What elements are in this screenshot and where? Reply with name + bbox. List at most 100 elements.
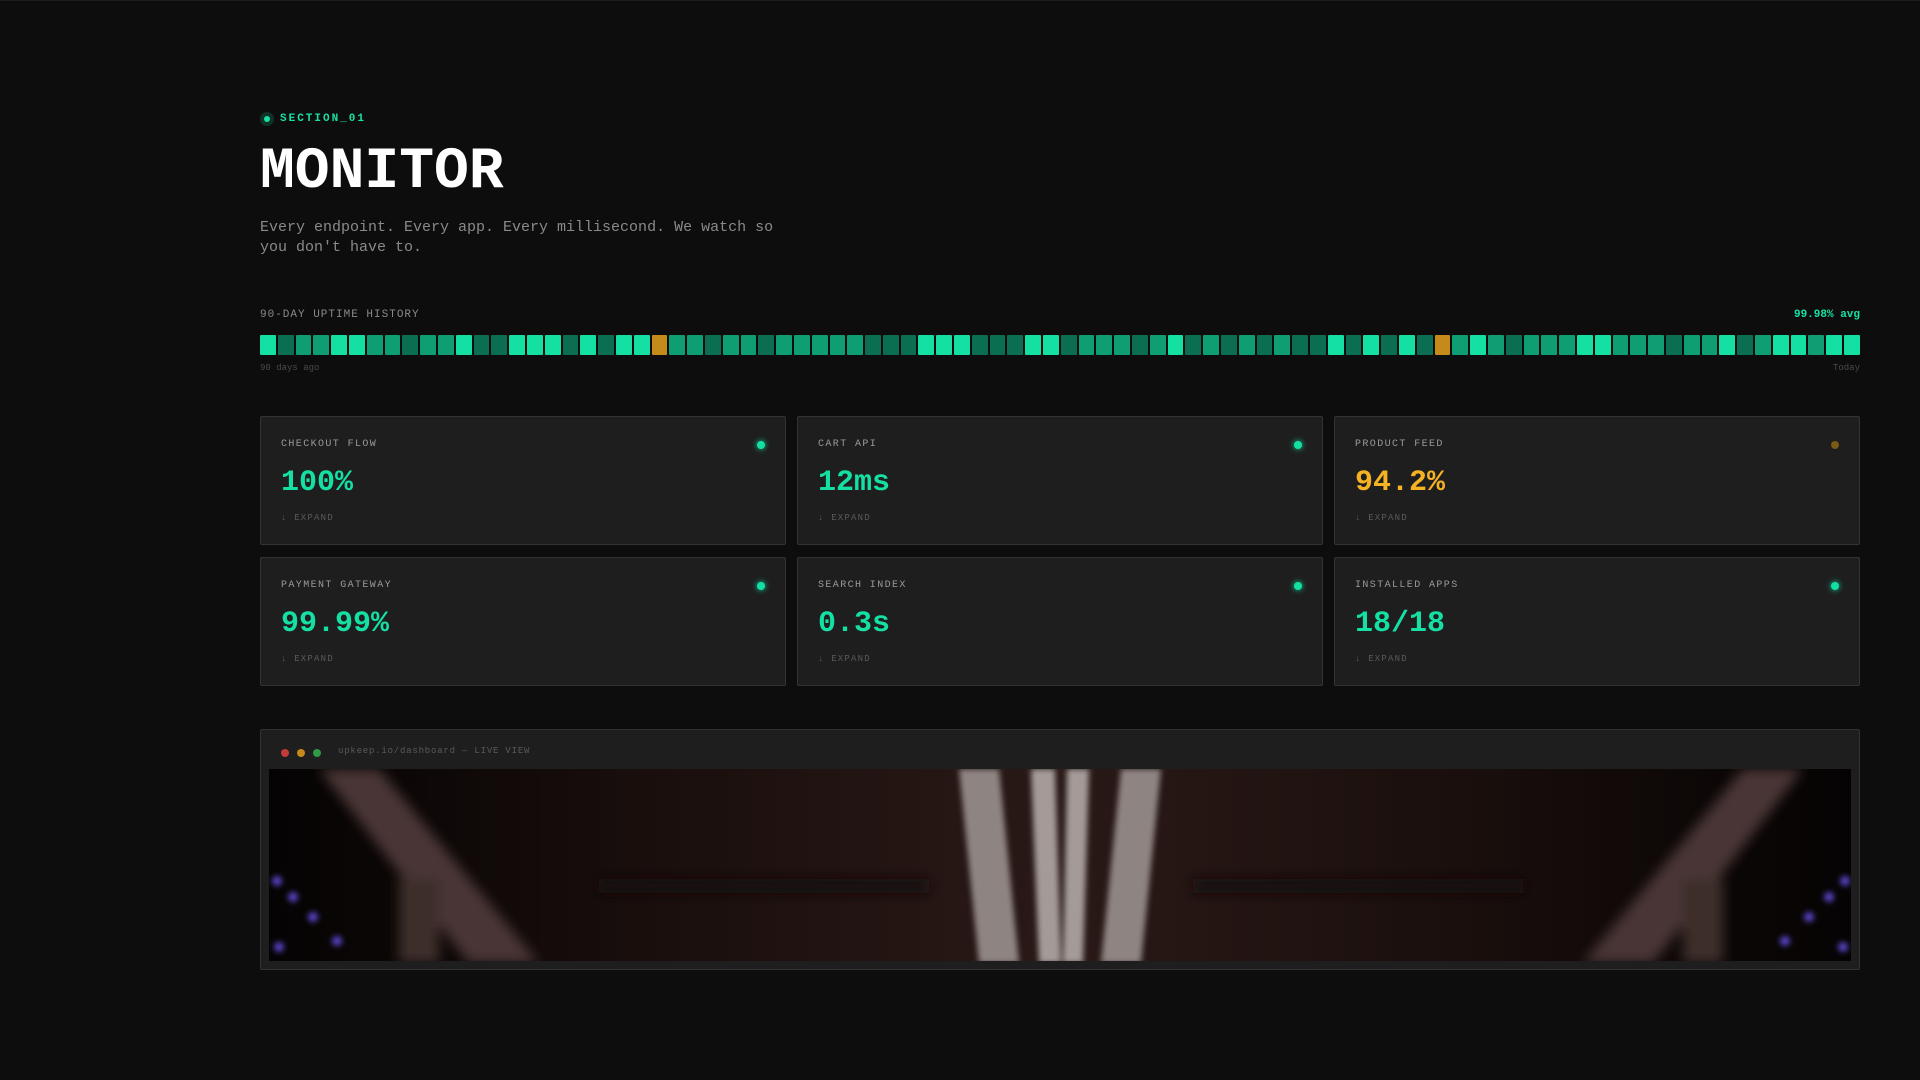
- expand-button[interactable]: ↓ EXPAND: [281, 513, 334, 523]
- card-label: CHECKOUT FLOW: [281, 439, 378, 450]
- uptime-day-bar: [562, 335, 579, 355]
- uptime-day-bar: [900, 335, 917, 355]
- status-indicator-icon: [1294, 582, 1302, 590]
- uptime-day-bar: [544, 335, 561, 355]
- uptime-day-bar: [1363, 335, 1380, 355]
- uptime-day-bar: [1416, 335, 1433, 355]
- uptime-day-bar: [1434, 335, 1451, 355]
- uptime-day-bar: [865, 335, 881, 355]
- uptime-day-bar: [420, 335, 436, 355]
- uptime-start-label: 90 days ago: [260, 363, 320, 373]
- uptime-day-bar: [1487, 335, 1504, 355]
- uptime-day-bar: [758, 335, 775, 355]
- maximize-window-icon[interactable]: [313, 749, 321, 757]
- uptime-day-bar: [1203, 335, 1220, 355]
- expand-button[interactable]: ↓ EXPAND: [1355, 654, 1408, 664]
- status-indicator-icon: [757, 441, 765, 449]
- card-value: 94.2%: [1355, 466, 1446, 500]
- uptime-day-bar: [331, 335, 347, 355]
- uptime-day-bar: [437, 335, 454, 355]
- status-card-cart-api[interactable]: CART API 12ms ↓ EXPAND: [797, 416, 1323, 545]
- uptime-day-bar: [829, 335, 846, 355]
- uptime-day-bar: [1505, 335, 1522, 355]
- uptime-day-bar: [1754, 335, 1771, 355]
- uptime-day-bar: [1594, 335, 1611, 355]
- uptime-day-bar: [509, 335, 525, 355]
- top-divider: [0, 0, 1920, 1]
- uptime-day-bar: [366, 335, 383, 355]
- card-label: PAYMENT GATEWAY: [281, 580, 393, 591]
- uptime-average: 99.98% avg: [1793, 309, 1860, 321]
- uptime-day-bar: [1612, 335, 1629, 355]
- close-window-icon[interactable]: [281, 749, 289, 757]
- uptime-day-bar: [918, 335, 935, 355]
- uptime-day-bar: [989, 335, 1006, 355]
- card-label: CART API: [818, 439, 878, 450]
- uptime-day-bar: [260, 335, 276, 355]
- uptime-day-bar: [1559, 335, 1575, 355]
- uptime-day-bar: [882, 335, 899, 355]
- uptime-day-bar: [1790, 335, 1807, 355]
- uptime-day-bar: [1060, 335, 1077, 355]
- uptime-day-bar: [954, 335, 970, 355]
- status-indicator-icon: [1294, 441, 1302, 449]
- uptime-day-bar: [455, 335, 472, 355]
- uptime-day-bar: [1114, 335, 1131, 355]
- uptime-day-bar: [1470, 335, 1486, 355]
- browser-title-bar: upkeep.io/dashboard — LIVE VIEW: [261, 730, 1859, 769]
- uptime-day-bar: [1772, 335, 1789, 355]
- uptime-day-bar: [1096, 335, 1113, 355]
- section-label: SECTION_01: [280, 113, 367, 125]
- uptime-day-bar: [1327, 335, 1344, 355]
- uptime-day-bar: [1399, 335, 1415, 355]
- expand-button[interactable]: ↓ EXPAND: [818, 654, 871, 664]
- card-value: 12ms: [818, 466, 891, 500]
- uptime-day-bar: [704, 335, 721, 355]
- uptime-day-bar: [491, 335, 508, 355]
- uptime-day-bar: [1132, 335, 1148, 355]
- uptime-day-bar: [793, 335, 810, 355]
- uptime-day-bar: [277, 335, 294, 355]
- status-card-search-index[interactable]: SEARCH INDEX 0.3s ↓ EXPAND: [797, 557, 1323, 686]
- expand-button[interactable]: ↓ EXPAND: [1355, 513, 1408, 523]
- uptime-day-bar: [1238, 335, 1255, 355]
- page-subtitle: Every endpoint. Every app. Every millise…: [260, 219, 774, 256]
- uptime-day-bar: [1719, 335, 1736, 355]
- uptime-day-bar: [598, 335, 614, 355]
- uptime-day-bar: [669, 335, 686, 355]
- section-tag: SECTION_01: [260, 112, 366, 126]
- expand-button[interactable]: ↓ EXPAND: [818, 513, 871, 523]
- uptime-day-bar: [580, 335, 597, 355]
- uptime-end-label: Today: [1832, 363, 1860, 373]
- uptime-day-bar: [633, 335, 650, 355]
- status-card-payment-gateway[interactable]: PAYMENT GATEWAY 99.99% ↓ EXPAND: [260, 557, 786, 686]
- card-label: INSTALLED APPS: [1355, 580, 1459, 591]
- uptime-day-bar: [295, 335, 312, 355]
- uptime-day-bar: [1808, 335, 1825, 355]
- uptime-day-bar: [526, 335, 543, 355]
- uptime-day-bar: [971, 335, 988, 355]
- uptime-day-bar: [384, 335, 401, 355]
- uptime-day-bar: [1576, 335, 1593, 355]
- uptime-day-bar: [1683, 335, 1700, 355]
- uptime-day-bar: [1665, 335, 1682, 355]
- card-value: 99.99%: [281, 607, 390, 641]
- uptime-bar-chart: [260, 335, 1860, 355]
- status-card-grid: CHECKOUT FLOW 100% ↓ EXPAND CART API 12m…: [260, 416, 1860, 686]
- uptime-day-bar: [615, 335, 632, 355]
- status-card-installed-apps[interactable]: INSTALLED APPS 18/18 ↓ EXPAND: [1334, 557, 1860, 686]
- uptime-day-bar: [1826, 335, 1842, 355]
- uptime-day-bar: [740, 335, 757, 355]
- status-card-product-feed[interactable]: PRODUCT FEED 94.2% ↓ EXPAND: [1334, 416, 1860, 545]
- live-view-scene-image: [269, 769, 1851, 961]
- expand-button[interactable]: ↓ EXPAND: [281, 654, 334, 664]
- card-value: 100%: [281, 466, 354, 500]
- uptime-day-bar: [1256, 335, 1273, 355]
- uptime-day-bar: [1541, 335, 1558, 355]
- minimize-window-icon[interactable]: [297, 749, 305, 757]
- uptime-day-bar: [348, 335, 365, 355]
- uptime-day-bar: [1149, 335, 1166, 355]
- status-card-checkout-flow[interactable]: CHECKOUT FLOW 100% ↓ EXPAND: [260, 416, 786, 545]
- uptime-day-bar: [936, 335, 953, 355]
- uptime-day-bar: [1452, 335, 1469, 355]
